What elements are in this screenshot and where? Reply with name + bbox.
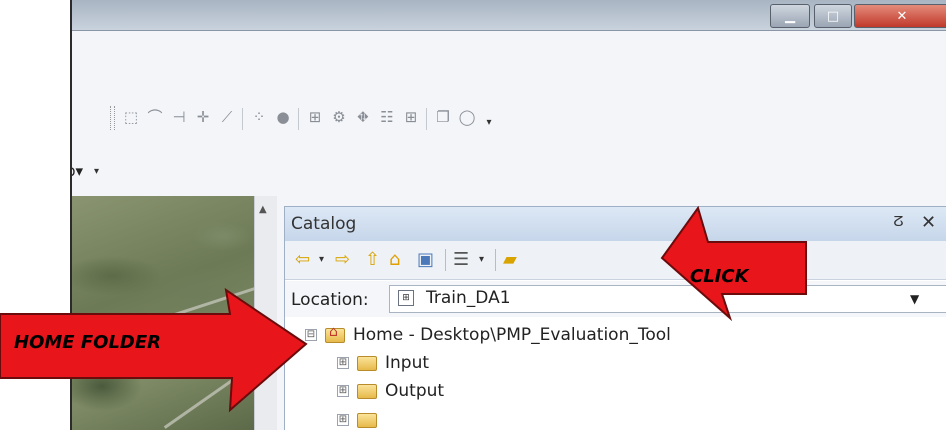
- table-icon[interactable]: ☷: [378, 108, 396, 126]
- toolbar-separator: [445, 249, 446, 271]
- location-value: Train_DA1: [426, 288, 511, 308]
- location-label: Location:: [291, 290, 369, 310]
- toolbar-grip[interactable]: [110, 106, 115, 130]
- folder-icon: [357, 383, 377, 399]
- toolbar-separator: [242, 108, 243, 130]
- close-window-button[interactable]: ✕: [854, 4, 946, 28]
- pin-icon[interactable]: ⵒ: [893, 214, 904, 230]
- cut-polygon-icon[interactable]: ⟋: [218, 108, 236, 126]
- tree-item-output[interactable]: ⊞ Output: [337, 378, 444, 404]
- title-bar: ▁ □ ✕: [72, 0, 946, 31]
- tree-item-home[interactable]: ⊟ Home - Desktop\PMP_Evaluation_Tool: [305, 322, 671, 348]
- new-folder-icon[interactable]: ▰: [503, 250, 517, 270]
- click-callout-label: CLICK: [690, 266, 749, 287]
- map-scrollbar[interactable]: ▲: [254, 196, 277, 430]
- sketch-icon[interactable]: ⚙: [330, 108, 348, 126]
- vertex-icon[interactable]: ⁘: [250, 108, 268, 126]
- scroll-up-icon[interactable]: ▲: [259, 204, 267, 215]
- catalog-title-bar: Catalog ⵒ ✕: [285, 207, 946, 241]
- toolbar-separator: [495, 249, 496, 271]
- close-icon: ✕: [896, 8, 908, 24]
- catalog-tree: ⊟ Home - Desktop\PMP_Evaluation_Tool ⊞ I…: [285, 319, 946, 430]
- home-icon[interactable]: ⌂: [389, 250, 400, 270]
- toolbar-options-icon[interactable]: ▾: [480, 114, 498, 132]
- back-dropdown-icon[interactable]: ▾: [319, 250, 324, 270]
- split-icon[interactable]: ⊣: [170, 108, 188, 126]
- sphere-icon[interactable]: ●: [274, 108, 292, 126]
- toolbar-separator: [426, 108, 427, 130]
- tree-item-label: Output: [385, 381, 445, 401]
- folder-icon: [357, 412, 377, 428]
- back-icon[interactable]: ⇦: [295, 250, 310, 270]
- view-dropdown-icon[interactable]: ▾: [479, 250, 484, 270]
- view-list-icon[interactable]: ☰: [453, 250, 469, 270]
- toolbar-dropdown[interactable]: p▾: [72, 162, 83, 180]
- close-icon[interactable]: ✕: [921, 212, 936, 233]
- move-icon[interactable]: ✛: [194, 108, 212, 126]
- maximize-icon: □: [826, 8, 840, 24]
- circle-icon[interactable]: ◯: [458, 108, 476, 126]
- connect-folder-icon[interactable]: ▣: [417, 250, 434, 270]
- tree-item-input[interactable]: ⊞ Input: [337, 350, 429, 376]
- up-one-level-icon[interactable]: ⇧: [365, 250, 380, 270]
- expand-icon[interactable]: ⊞: [337, 357, 349, 369]
- database-icon: ⊞: [398, 290, 414, 306]
- toolbar-separator: [298, 108, 299, 130]
- forward-icon[interactable]: ⇨: [335, 250, 350, 270]
- attributes-icon[interactable]: ⊞: [306, 108, 324, 126]
- collapse-icon[interactable]: ⊟: [305, 329, 317, 341]
- minimize-button[interactable]: ▁: [770, 4, 810, 28]
- grid-icon[interactable]: ⊞: [402, 108, 420, 126]
- chevron-down-icon[interactable]: ▼: [910, 292, 919, 306]
- expand-icon[interactable]: ⊞: [337, 414, 349, 426]
- catalog-title: Catalog: [291, 214, 357, 234]
- location-combobox[interactable]: ⊞ Train_DA1 ▼: [389, 285, 946, 313]
- topology-icon[interactable]: ⛖: [354, 108, 372, 126]
- toolbar-options-icon[interactable]: ▾: [94, 166, 99, 177]
- map-view[interactable]: [72, 196, 254, 430]
- tree-item-label: Home - Desktop\PMP_Evaluation_Tool: [353, 325, 671, 345]
- catalog-window: Catalog ⵒ ✕ ⇦ ▾ ⇨ ⇧ ⌂ ▣ ☰ ▾ ▰ Location: …: [284, 206, 946, 430]
- location-row: Location: ⊞ Train_DA1 ▼: [285, 281, 946, 317]
- map-road: [163, 346, 254, 429]
- home-folder-callout-label: HOME FOLDER: [14, 332, 162, 353]
- arcmap-window: ▁ □ ✕ ⬚ ⌒ ⊣ ✛ ⟋ ⁘ ● ⊞ ⚙ ⛖ ☷ ⊞ ❐ ◯ ▾ p▾ ▾…: [70, 0, 946, 430]
- tree-item-label: Input: [385, 353, 430, 373]
- copy-icon[interactable]: ❐: [434, 108, 452, 126]
- expand-icon[interactable]: ⊞: [337, 385, 349, 397]
- editor-toolbar: ⬚ ⌒ ⊣ ✛ ⟋ ⁘ ● ⊞ ⚙ ⛖ ☷ ⊞ ❐ ◯ ▾: [72, 100, 946, 136]
- secondary-toolbar: p▾ ▾: [72, 160, 946, 184]
- catalog-toolbar: ⇦ ▾ ⇨ ⇧ ⌂ ▣ ☰ ▾ ▰: [285, 241, 946, 280]
- maximize-button[interactable]: □: [814, 4, 852, 28]
- folder-icon: [357, 355, 377, 371]
- home-folder-icon: [325, 324, 345, 343]
- reshape-icon[interactable]: ⌒: [146, 108, 164, 126]
- minimize-icon: ▁: [785, 8, 795, 24]
- tree-item-partial[interactable]: ⊞: [337, 407, 385, 430]
- edit-tool-icon[interactable]: ⬚: [122, 108, 140, 126]
